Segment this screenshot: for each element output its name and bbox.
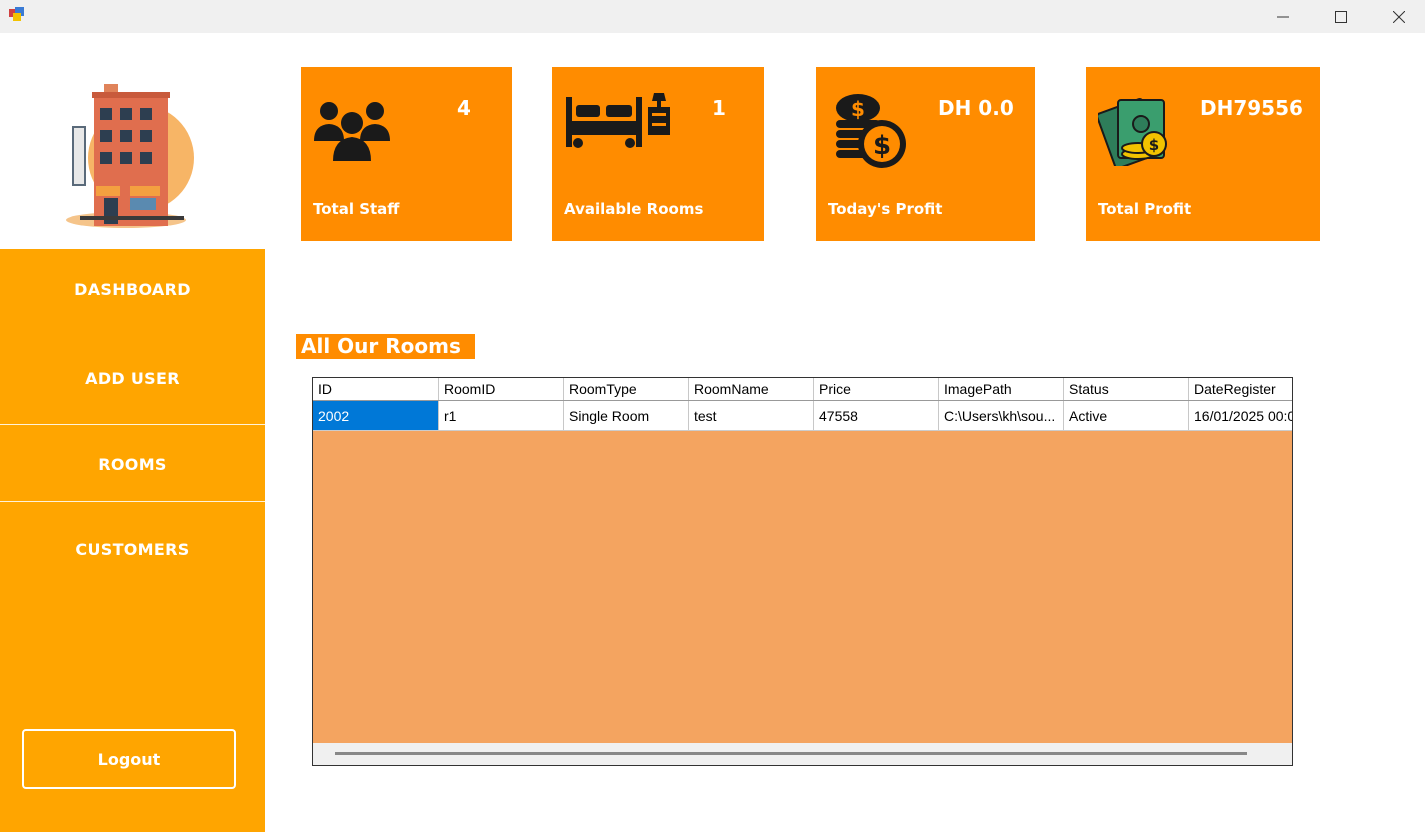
sidebar-divider [0,501,265,502]
bed-icon [566,93,670,148]
todays-profit-label: Today's Profit [828,200,943,218]
window-titlebar [0,0,1425,33]
sidebar-item-customers[interactable]: CUSTOMERS [0,540,265,559]
svg-text:$: $ [851,97,865,121]
grid-header: ID RoomID RoomType RoomName Price ImageP… [313,378,1292,401]
coins-icon: $ $ [836,94,906,168]
card-available-rooms: 1 Available Rooms [552,67,764,241]
card-total-staff: 4 Total Staff [301,67,512,241]
cell-imagepath[interactable]: C:\Users\kh\sou... [939,401,1064,430]
minimize-button[interactable] [1254,0,1312,33]
total-profit-value: DH79556 [1200,96,1303,120]
cell-status[interactable]: Active [1064,401,1189,430]
sidebar-item-dashboard[interactable]: DASHBOARD [0,280,265,299]
sidebar-item-rooms[interactable]: ROOMS [0,455,265,474]
close-button[interactable] [1370,0,1425,33]
total-profit-label: Total Profit [1098,200,1192,218]
column-header-status[interactable]: Status [1064,378,1189,400]
svg-text:$: $ [873,131,891,161]
column-header-price[interactable]: Price [814,378,939,400]
horizontal-scrollbar[interactable] [313,743,1292,765]
table-row[interactable]: 2002 r1 Single Room test 47558 C:\Users\… [313,401,1292,431]
cell-price[interactable]: 47558 [814,401,939,430]
cell-id[interactable]: 2002 [313,401,439,430]
column-header-roomname[interactable]: RoomName [689,378,814,400]
card-total-profit: $ DH79556 Total Profit [1086,67,1320,241]
available-rooms-label: Available Rooms [564,200,704,218]
column-header-dateregister[interactable]: DateRegister [1189,378,1292,400]
svg-text:$: $ [1149,136,1159,154]
cell-roomtype[interactable]: Single Room [564,401,689,430]
available-rooms-value: 1 [712,96,726,120]
total-staff-label: Total Staff [313,200,400,218]
sidebar-item-add-user[interactable]: ADD USER [0,369,265,388]
cell-dateregister[interactable]: 16/01/2025 00:0 [1189,401,1292,430]
maximize-icon [1335,10,1347,23]
scrollbar-thumb[interactable] [335,752,1247,755]
column-header-imagepath[interactable]: ImagePath [939,378,1064,400]
maximize-button[interactable] [1312,0,1370,33]
rooms-grid[interactable]: ID RoomID RoomType RoomName Price ImageP… [312,377,1293,766]
logout-button[interactable]: Logout [22,729,236,789]
column-header-roomtype[interactable]: RoomType [564,378,689,400]
sidebar-divider [0,424,265,425]
total-staff-value: 4 [457,96,471,120]
money-icon: $ [1098,98,1167,166]
close-icon [1393,10,1405,23]
app-icon [9,7,24,21]
rooms-section-title: All Our Rooms [296,334,475,359]
users-icon [314,102,390,161]
todays-profit-value: DH 0.0 [938,96,1014,120]
cell-roomname[interactable]: test [689,401,814,430]
column-header-roomid[interactable]: RoomID [439,378,564,400]
card-todays-profit: $ $ DH 0.0 Today's Profit [816,67,1035,241]
column-header-id[interactable]: ID [313,378,439,400]
hotel-logo [66,84,194,228]
cell-roomid[interactable]: r1 [439,401,564,430]
minimize-icon [1277,16,1289,17]
